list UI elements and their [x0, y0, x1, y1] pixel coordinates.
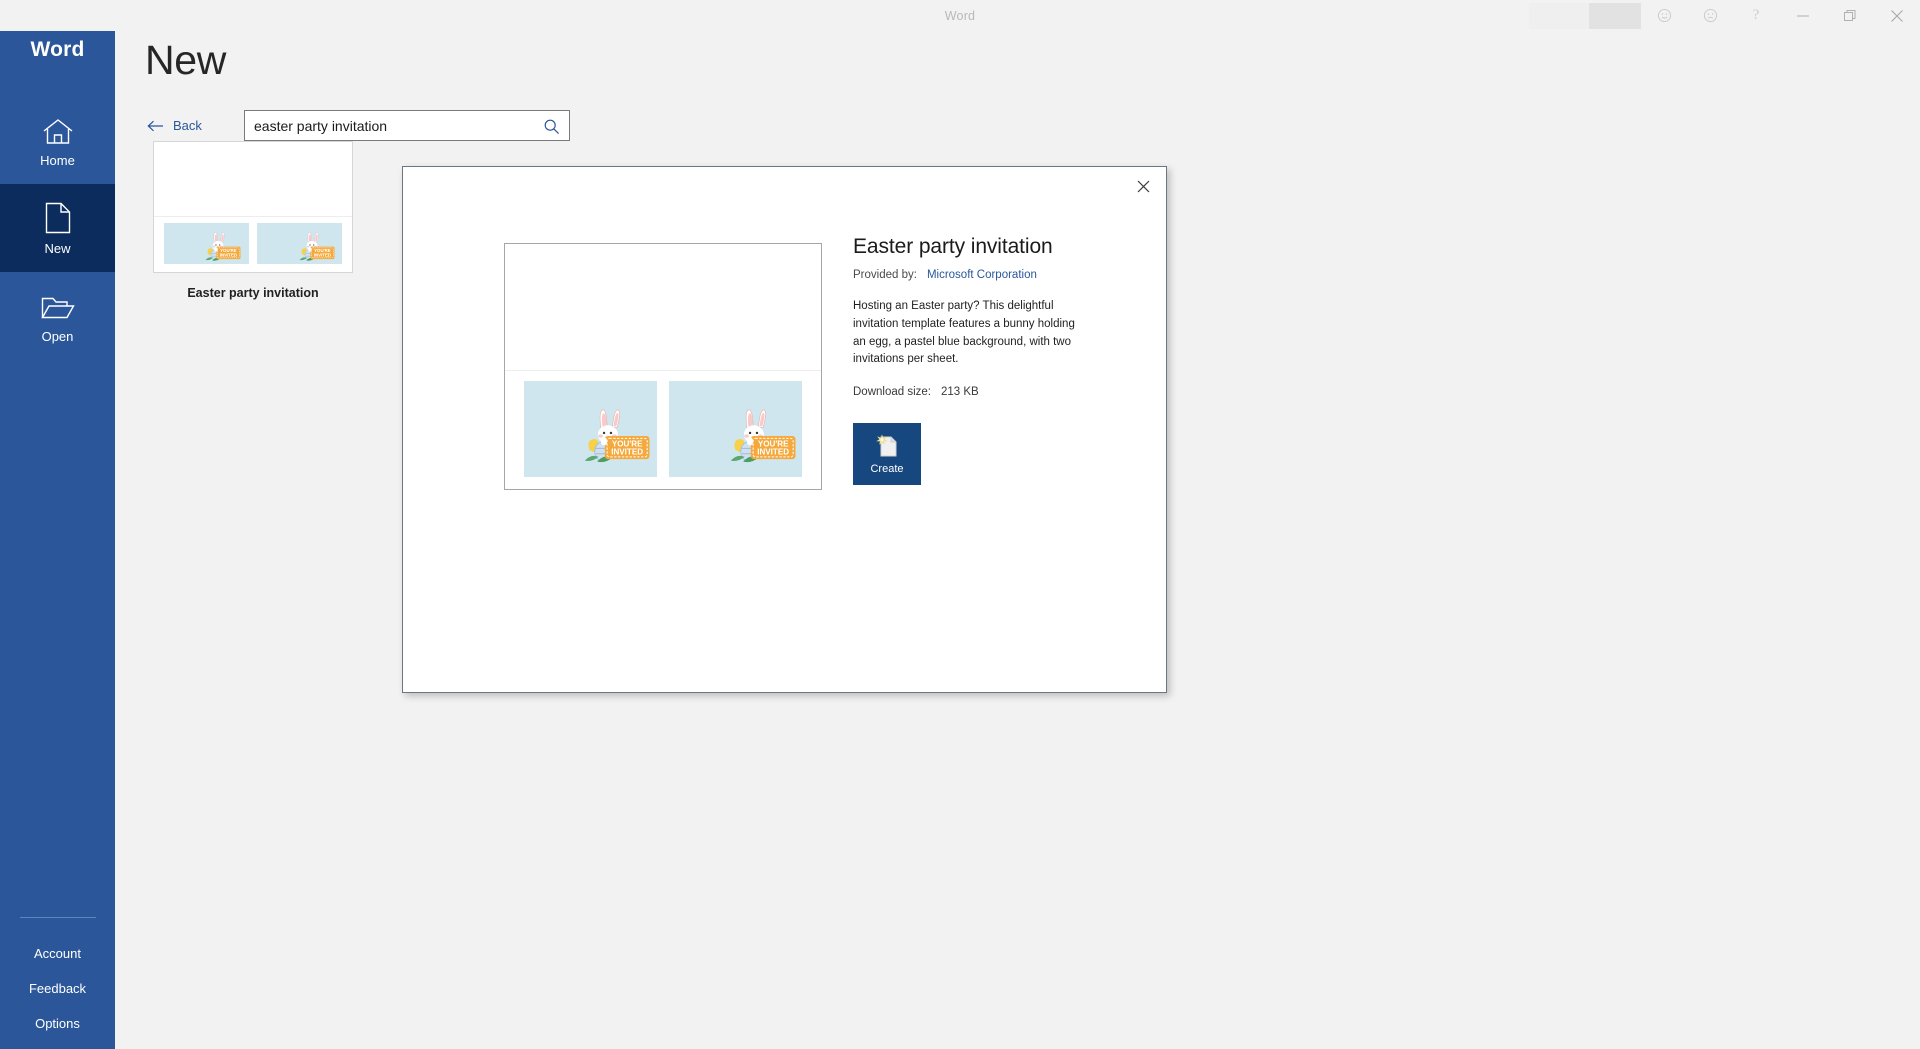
bunny-invitation-art: YOU'RE INVITED — [574, 398, 651, 473]
svg-text:INVITED: INVITED — [757, 448, 789, 457]
create-button[interactable]: Create — [853, 423, 921, 486]
template-description: Hosting an Easter party? This delightful… — [853, 300, 1075, 366]
provided-by-label: Provided by: — [853, 269, 917, 281]
new-document-icon — [874, 433, 900, 459]
invitation-card: YOU'RE INVITED — [523, 381, 657, 477]
template-detail-dialog: YOU'RE INVITED YOU'RE INVITED Easter par… — [402, 166, 1167, 693]
download-size-label: Download size: — [853, 386, 931, 399]
template-preview: YOU'RE INVITED YOU'RE INVITED — [504, 243, 822, 490]
invitation-sheet-art: YOU'RE INVITED YOU'RE INVITED — [505, 244, 821, 489]
create-button-label: Create — [870, 463, 904, 476]
template-info-panel: Easter party invitation Provided by: Mic… — [853, 235, 1133, 486]
provided-by-link[interactable]: Microsoft Corporation — [927, 269, 1037, 281]
download-size-value: 213 KB — [940, 386, 979, 399]
provided-by-row: Provided by: Microsoft Corporation — [853, 269, 1133, 281]
close-icon[interactable] — [1126, 171, 1160, 201]
template-title: Easter party invitation — [853, 235, 1053, 258]
download-size-row: Download size: 213 KB — [853, 386, 1133, 398]
bunny-invitation-art: YOU'RE INVITED — [720, 398, 797, 473]
invitation-card: YOU'RE INVITED — [669, 381, 803, 477]
template-detail-overlay: YOU'RE INVITED YOU'RE INVITED Easter par… — [0, 0, 1920, 1049]
svg-text:INVITED: INVITED — [612, 448, 644, 457]
